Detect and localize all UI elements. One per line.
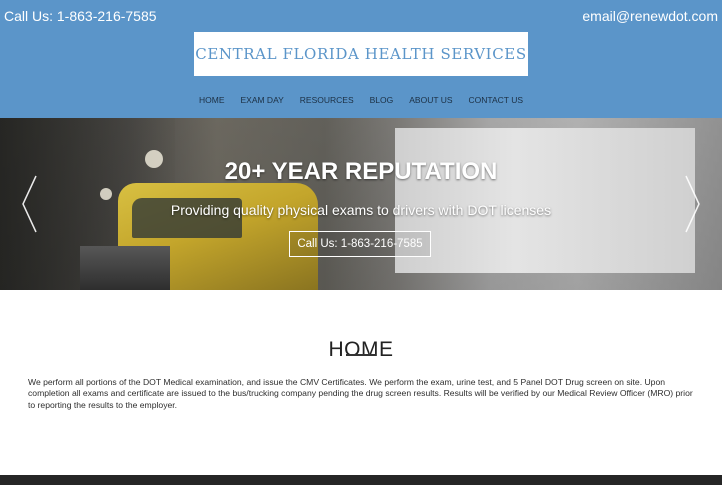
hero-title: 20+ YEAR REPUTATION (224, 158, 498, 185)
site-logo[interactable]: CENTRAL FLORIDA HEALTH SERVICES (194, 32, 528, 76)
hero-subtitle: Providing quality physical exams to driv… (170, 202, 552, 218)
hero-background-lamp (100, 188, 112, 200)
hero-background-trailer (395, 128, 695, 273)
footer-bar (0, 475, 722, 485)
intro-paragraph: We perform all portions of the DOT Medic… (28, 377, 693, 410)
nav-item-blog[interactable]: BLOG (362, 93, 402, 107)
header-email-link[interactable]: email@renewdot.com (582, 8, 718, 24)
hero-call-button[interactable]: Call Us: 1-863-216-7585 (289, 231, 431, 257)
chevron-right-icon[interactable] (682, 174, 702, 234)
nav-item-resources[interactable]: RESOURCES (292, 93, 362, 107)
header-phone-link[interactable]: Call Us: 1-863-216-7585 (4, 8, 157, 24)
title-divider (346, 354, 376, 356)
nav-item-about-us[interactable]: ABOUT US (401, 93, 460, 107)
logo-text: CENTRAL FLORIDA HEALTH SERVICES (195, 45, 527, 63)
hero-background-grille (80, 246, 170, 290)
chevron-left-icon[interactable] (20, 174, 40, 234)
nav-item-contact-us[interactable]: CONTACT US (461, 93, 531, 107)
nav-item-home[interactable]: HOME (191, 93, 233, 107)
main-nav: HOME EXAM DAY RESOURCES BLOG ABOUT US CO… (0, 93, 722, 107)
site-header: Call Us: 1-863-216-7585 email@renewdot.c… (0, 0, 722, 118)
nav-item-exam-day[interactable]: EXAM DAY (232, 93, 291, 107)
hero-slider: 20+ YEAR REPUTATION Providing quality ph… (0, 118, 722, 290)
page-title: HOME (328, 338, 394, 362)
